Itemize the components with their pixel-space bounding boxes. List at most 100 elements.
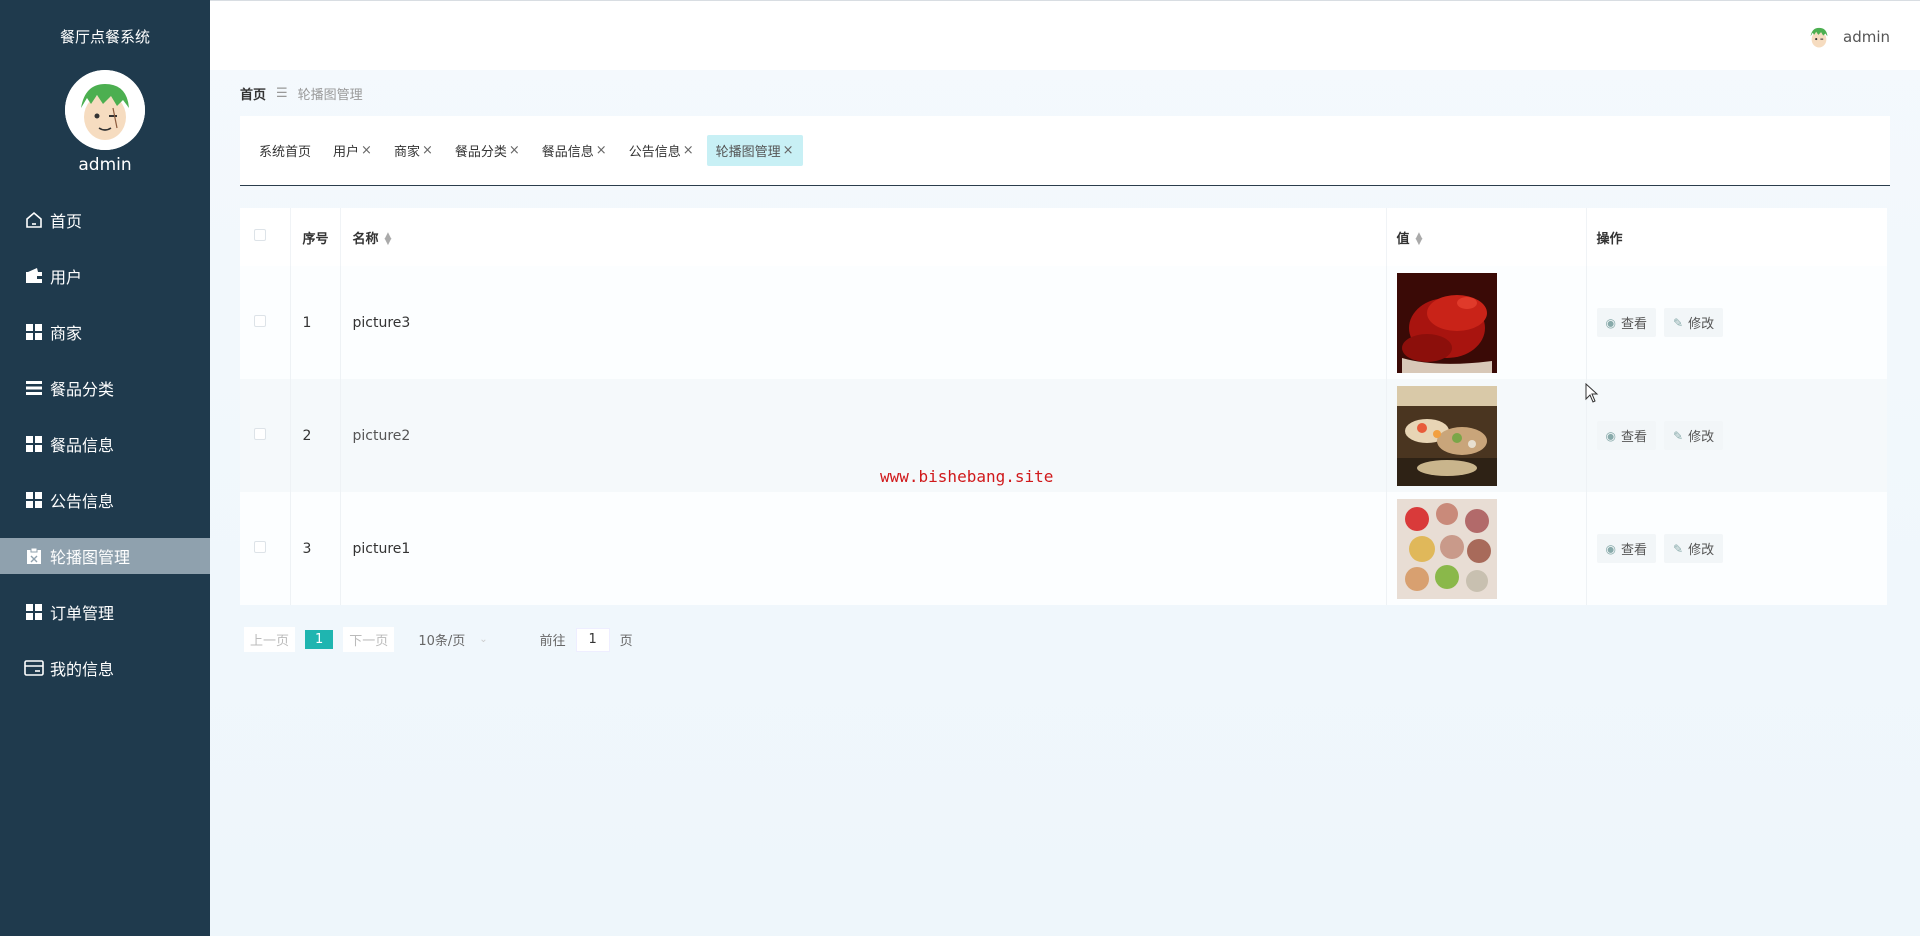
edit-icon: ✎ [1673,315,1684,330]
page-number-current[interactable]: 1 [305,630,334,649]
sidebar-item-orders[interactable]: 订单管理 [0,594,210,630]
page-suffix: 页 [619,634,633,649]
lobster-photo[interactable] [1396,272,1497,373]
page-size-select[interactable]: 10条/页 ⌄ [418,630,487,649]
sidebar-item-label: 餐品信息 [50,436,115,455]
edit-button[interactable]: ✎ 修改 [1664,534,1724,563]
edit-icon: ✎ [1673,541,1684,556]
card-icon [24,658,44,678]
edit-icon: ✎ [1673,428,1684,443]
eye-icon: ◉ [1605,428,1616,443]
sidebar-item-label: 餐品分类 [50,380,115,399]
next-page-button[interactable]: 下一页 [343,627,395,652]
sidebar-item-notices[interactable]: 公告信息 [0,482,210,518]
sidebar-item-label: 用户 [50,268,83,287]
sidebar-item-label: 我的信息 [50,660,115,679]
view-button[interactable]: ◉ 查看 [1596,534,1656,563]
prev-page-button[interactable]: 上一页 [244,627,296,652]
top-header: admin [210,0,1920,70]
sidebar-item-profile[interactable]: 我的信息 [0,650,210,686]
tab-merchants[interactable]: 商家 × [385,135,442,166]
sidebar-item-merchants[interactable]: 商家 [0,314,210,350]
sidebar-menu: 首页 用户 商家 餐品分类 餐品信息 公告信息 轮播图管理 订单管理 我的信息 [0,202,210,706]
column-header-index: 序号 [302,231,329,247]
select-all-checkbox[interactable] [254,229,266,241]
column-header-actions: 操作 [1596,231,1623,247]
tab-dishes[interactable]: 餐品信息 × [533,135,616,166]
sidebar-item-carousel[interactable]: 轮播图管理 [0,538,210,574]
tab-label: 公告信息 [628,145,681,160]
list-icon [24,378,44,398]
grid-icon [24,322,44,342]
row-checkbox[interactable] [254,427,266,440]
sidebar-item-home[interactable]: 首页 [0,202,210,238]
goto-label: 前往 [539,634,566,649]
sort-icon[interactable]: ▲ ▼ [1416,232,1423,247]
pagination: 上一页 1 下一页 10条/页⌄ 前往 页 [244,627,633,652]
tabs-bar: 系统首页 用户 × 商家 × 餐品分类 × 餐品信息 × 公告信息 × 轮播图管理 × [240,116,1890,186]
tab-notices[interactable]: 公告信息 × [620,135,703,166]
view-button[interactable]: ◉ 查看 [1596,308,1656,337]
close-icon[interactable]: × [596,143,607,158]
view-button[interactable]: ◉ 查看 [1596,421,1656,450]
row-index: 2 [290,379,341,492]
carousel-table: 序号 名称 ▲ ▼ 值 ▲ ▼ 操作 1 picture3 ◉ 查看 ✎ 修改 … [240,208,1887,605]
watermark-text: www.bishebang.site [880,467,1054,486]
tab-system-home[interactable]: 系统首页 [250,135,320,166]
close-icon[interactable]: × [509,143,520,158]
tab-carousel[interactable]: 轮播图管理 × [706,135,803,166]
sidebar-item-label: 公告信息 [50,492,115,511]
app-title: 餐厅点餐系统 [59,28,150,46]
clipboard-icon [24,546,44,566]
close-icon[interactable]: × [361,143,372,158]
sidebar-item-label: 商家 [50,324,83,343]
sort-icon[interactable]: ▲ ▼ [385,232,392,247]
macarons-photo[interactable] [1396,498,1497,599]
row-checkbox[interactable] [254,314,266,327]
breadcrumb-current: 轮播图管理 [297,88,363,103]
edit-button[interactable]: ✎ 修改 [1664,421,1724,450]
sushi-platter-photo[interactable] [1396,385,1497,486]
user-menu[interactable]: admin [1805,23,1890,51]
close-icon[interactable]: × [783,143,794,158]
tab-label: 餐品分类 [454,145,507,160]
column-header-value[interactable]: 值 [1397,232,1410,247]
sidebar-item-categories[interactable]: 餐品分类 [0,370,210,406]
table-header-row: 序号 名称 ▲ ▼ 值 ▲ ▼ 操作 [240,208,1887,266]
grid-icon [24,490,44,510]
table-row: 1 picture3 ◉ 查看 ✎ 修改 [240,266,1887,379]
column-header-name[interactable]: 名称 [353,232,379,247]
row-checkbox[interactable] [254,540,266,553]
tab-label: 轮播图管理 [715,145,781,160]
row-name: picture2 [340,379,1387,492]
row-name: picture3 [340,266,1387,379]
avatar [1805,23,1833,51]
home-icon [24,210,44,230]
edit-button[interactable]: ✎ 修改 [1664,308,1724,337]
tab-categories[interactable]: 餐品分类 × [446,135,529,166]
sidebar: 餐厅点餐系统 admin 首页 用户 商家 餐品分类 餐品信息 公告信息 轮播图… [0,0,210,936]
goto-page-input[interactable] [575,627,610,652]
tab-label: 系统首页 [259,145,312,160]
chevron-down-icon: ⌄ [479,634,488,645]
sidebar-item-label: 首页 [50,212,83,231]
tab-users[interactable]: 用户 × [324,135,381,166]
close-icon[interactable]: × [683,143,694,158]
mouse-cursor-icon [1585,382,1599,407]
sidebar-item-users[interactable]: 用户 [0,258,210,294]
tab-label: 餐品信息 [541,145,594,160]
row-name: picture1 [340,492,1387,605]
tab-label: 商家 [393,145,420,160]
grid-icon [24,602,44,622]
avatar [65,70,145,150]
sidebar-username: admin [78,155,132,175]
eye-icon: ◉ [1605,541,1616,556]
wallet-icon [24,266,44,286]
eye-icon: ◉ [1605,315,1616,330]
table-row: 2 picture2 ◉ 查看 ✎ 修改 [240,379,1887,492]
table-row: 3 picture1 ◉ 查看 ✎ 修改 [240,492,1887,605]
sidebar-item-dishes[interactable]: 餐品信息 [0,426,210,462]
breadcrumb-home[interactable]: 首页 [240,84,266,103]
close-icon[interactable]: × [422,143,433,158]
breadcrumb: 首页 ☰ 轮播图管理 [240,84,363,103]
